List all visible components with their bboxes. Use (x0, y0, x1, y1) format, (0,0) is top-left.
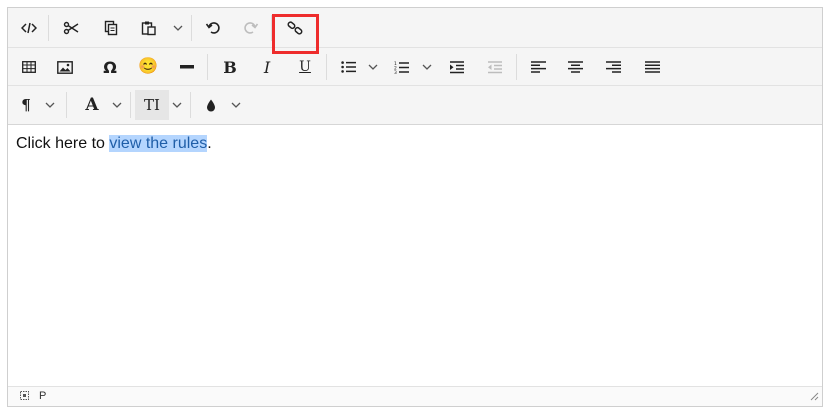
special-character-icon: Ω (103, 57, 117, 77)
toolbar-separator (190, 92, 191, 118)
source-code-button[interactable] (12, 13, 46, 43)
justify-icon (644, 61, 660, 73)
toolbar-separator (66, 92, 67, 118)
toolbar-row-1 (8, 9, 822, 46)
italic-button[interactable]: I (250, 52, 284, 82)
italic-icon: I (263, 57, 271, 77)
image-icon (57, 60, 73, 74)
rich-text-editor: Ω 😊 B I U 1 2 3 ¶ A TI Click here to vie… (7, 7, 823, 407)
editor-content[interactable]: Click here to view the rules. (8, 125, 822, 387)
status-bar: P (8, 386, 822, 406)
editor-toolbar: Ω 😊 B I U 1 2 3 ¶ A TI (8, 8, 822, 125)
cut-button[interactable] (54, 13, 88, 43)
text-color-dropdown[interactable] (228, 90, 244, 120)
resize-handle-icon[interactable] (809, 391, 819, 404)
undo-button[interactable] (196, 13, 230, 43)
toolbar-row-2: Ω 😊 B I U 1 2 3 (8, 47, 822, 85)
chevron-down-icon (45, 102, 55, 108)
paragraph-format-dropdown[interactable] (42, 90, 58, 120)
redo-button[interactable] (234, 13, 268, 43)
chevron-down-icon (231, 102, 241, 108)
underline-button[interactable]: U (288, 52, 322, 82)
text-color-button[interactable] (194, 90, 228, 120)
bullet-list-dropdown[interactable] (365, 52, 381, 82)
copy-icon (104, 20, 118, 36)
bold-button[interactable]: B (213, 52, 247, 82)
chevron-down-icon (112, 102, 122, 108)
font-size-dropdown[interactable] (169, 90, 185, 120)
block-toggle-icon[interactable] (20, 391, 29, 403)
text-color-icon (207, 99, 215, 111)
insert-image-button[interactable] (48, 52, 82, 82)
insert-table-button[interactable] (12, 52, 46, 82)
toolbar-separator (130, 92, 131, 118)
toolbar-separator (326, 54, 327, 80)
paste-icon (141, 21, 156, 36)
paste-button[interactable] (132, 13, 166, 43)
insert-link-button[interactable] (278, 13, 312, 43)
toolbar-separator (207, 54, 208, 80)
paragraph-format-button[interactable]: ¶ (12, 90, 40, 120)
toolbar-row-3: ¶ A TI (8, 85, 822, 123)
horizontal-rule-icon (180, 65, 194, 69)
chevron-down-icon (368, 64, 378, 70)
content-text: Click here to (16, 135, 110, 152)
align-right-button[interactable] (596, 52, 630, 82)
indent-icon (450, 60, 464, 73)
toolbar-separator (516, 54, 517, 80)
content-text-end: . (207, 135, 212, 152)
font-size-icon: TI (144, 96, 160, 114)
font-family-dropdown[interactable] (109, 90, 125, 120)
paste-options-dropdown[interactable] (170, 13, 186, 43)
font-family-icon: A (85, 95, 99, 115)
bold-icon: B (223, 57, 237, 77)
toolbar-separator (48, 15, 49, 41)
table-icon (22, 61, 36, 73)
outdent-button[interactable] (478, 52, 512, 82)
underline-icon: U (299, 59, 311, 75)
element-path[interactable]: P (39, 390, 46, 402)
undo-icon (205, 22, 220, 34)
font-family-button[interactable]: A (74, 90, 110, 120)
emoji-button[interactable]: 😊 (131, 52, 165, 82)
align-right-icon (605, 61, 621, 73)
bullet-list-icon (341, 61, 356, 73)
chevron-down-icon (172, 102, 182, 108)
link-icon (287, 21, 303, 35)
toolbar-separator (271, 15, 272, 41)
paragraph-icon: ¶ (21, 96, 31, 114)
svg-text:3: 3 (394, 70, 397, 74)
outdent-icon (488, 60, 502, 73)
font-size-button[interactable]: TI (135, 90, 169, 120)
numbered-list-icon: 123 (394, 61, 409, 74)
code-icon (21, 22, 37, 34)
toolbar-separator (191, 15, 192, 41)
cut-icon (63, 21, 79, 35)
numbered-list-button[interactable]: 123 (385, 52, 419, 82)
indent-button[interactable] (440, 52, 474, 82)
emoji-icon: 😊 (138, 58, 158, 75)
copy-button[interactable] (94, 13, 128, 43)
special-character-button[interactable]: Ω (93, 52, 127, 82)
selected-link-text[interactable]: view the rules (109, 135, 208, 152)
chevron-down-icon (422, 64, 432, 70)
align-center-button[interactable] (558, 52, 592, 82)
bullet-list-button[interactable] (332, 52, 366, 82)
redo-icon (244, 22, 259, 34)
justify-button[interactable] (635, 52, 669, 82)
align-center-icon (567, 61, 583, 73)
align-left-button[interactable] (521, 52, 555, 82)
numbered-list-dropdown[interactable] (419, 52, 435, 82)
chevron-down-icon (173, 25, 183, 31)
horizontal-rule-button[interactable] (170, 52, 204, 82)
align-left-icon (530, 61, 546, 73)
